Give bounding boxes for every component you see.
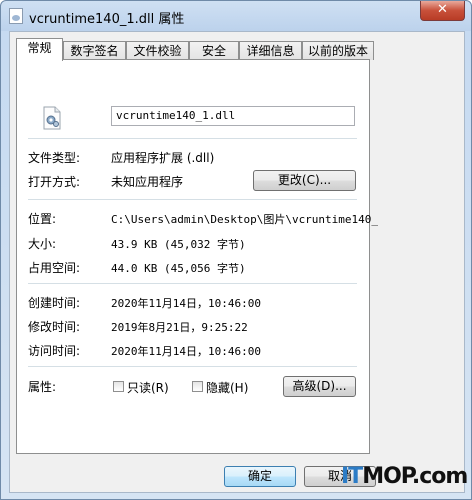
readonly-checkbox[interactable]: [113, 381, 124, 392]
window-title: vcruntime140_1.dll 属性: [29, 12, 185, 27]
advanced-button[interactable]: 高级(D)...: [283, 376, 356, 397]
file-icon: [9, 8, 23, 24]
watermark-logo: ITMOP.com: [341, 464, 468, 489]
location-value: C:\Users\admin\Desktop\图片\vcruntime140_: [111, 213, 379, 226]
size-label: 大小:: [28, 237, 57, 251]
divider: [28, 199, 357, 200]
file-type-value: 应用程序扩展 (.dll): [111, 151, 215, 165]
title-bar[interactable]: vcruntime140_1.dll 属性 ✕: [1, 1, 471, 31]
created-label: 创建时间:: [28, 296, 81, 310]
tab-general[interactable]: 常规: [16, 38, 63, 61]
divider: [28, 283, 357, 284]
divider: [28, 138, 357, 139]
tab-details[interactable]: 详细信息: [239, 41, 302, 60]
watermark-part1: IT: [341, 464, 363, 489]
change-button[interactable]: 更改(C)...: [253, 170, 356, 191]
open-with-label: 打开方式:: [28, 175, 81, 189]
dialog-body: 常规 数字签名 文件校验 安全 详细信息 以前的版本 vcruntime140_…: [9, 31, 465, 493]
readonly-label[interactable]: 只读(R): [127, 379, 169, 396]
tab-security[interactable]: 安全: [189, 41, 239, 60]
tab-digital-signature[interactable]: 数字签名: [63, 41, 126, 60]
accessed-label: 访问时间:: [28, 344, 81, 358]
dll-gear-file-icon: [43, 106, 61, 130]
properties-window: vcruntime140_1.dll 属性 ✕ 常规 数字签名 文件校验 安全 …: [0, 0, 472, 500]
size-on-disk-value: 44.0 KB (45,056 字节): [111, 262, 246, 275]
tab-file-checksum[interactable]: 文件校验: [126, 41, 189, 60]
modified-value: 2019年8月21日，9:25:22: [111, 321, 248, 334]
attributes-label: 属性:: [28, 380, 57, 394]
hidden-checkbox[interactable]: [192, 381, 203, 392]
modified-label: 修改时间:: [28, 320, 81, 334]
file-type-label: 文件类型:: [28, 151, 81, 165]
accessed-value: 2020年11月14日，10:46:00: [111, 345, 261, 358]
created-value: 2020年11月14日，10:46:00: [111, 297, 261, 310]
filename-field[interactable]: vcruntime140_1.dll: [111, 106, 355, 126]
location-label: 位置:: [28, 212, 57, 226]
open-with-value: 未知应用程序: [111, 175, 184, 189]
size-value: 43.9 KB (45,032 字节): [111, 238, 246, 251]
ok-button[interactable]: 确定: [224, 466, 296, 487]
general-panel: vcruntime140_1.dll 文件类型: 应用程序扩展 (.dll) 打…: [16, 59, 378, 454]
close-button[interactable]: ✕: [420, 1, 465, 21]
size-on-disk-label: 占用空间:: [28, 261, 81, 275]
hidden-label[interactable]: 隐藏(H): [206, 379, 248, 396]
divider: [28, 366, 357, 367]
tab-previous-versions[interactable]: 以前的版本: [302, 41, 374, 60]
watermark-part2: MOP.com: [362, 464, 468, 489]
